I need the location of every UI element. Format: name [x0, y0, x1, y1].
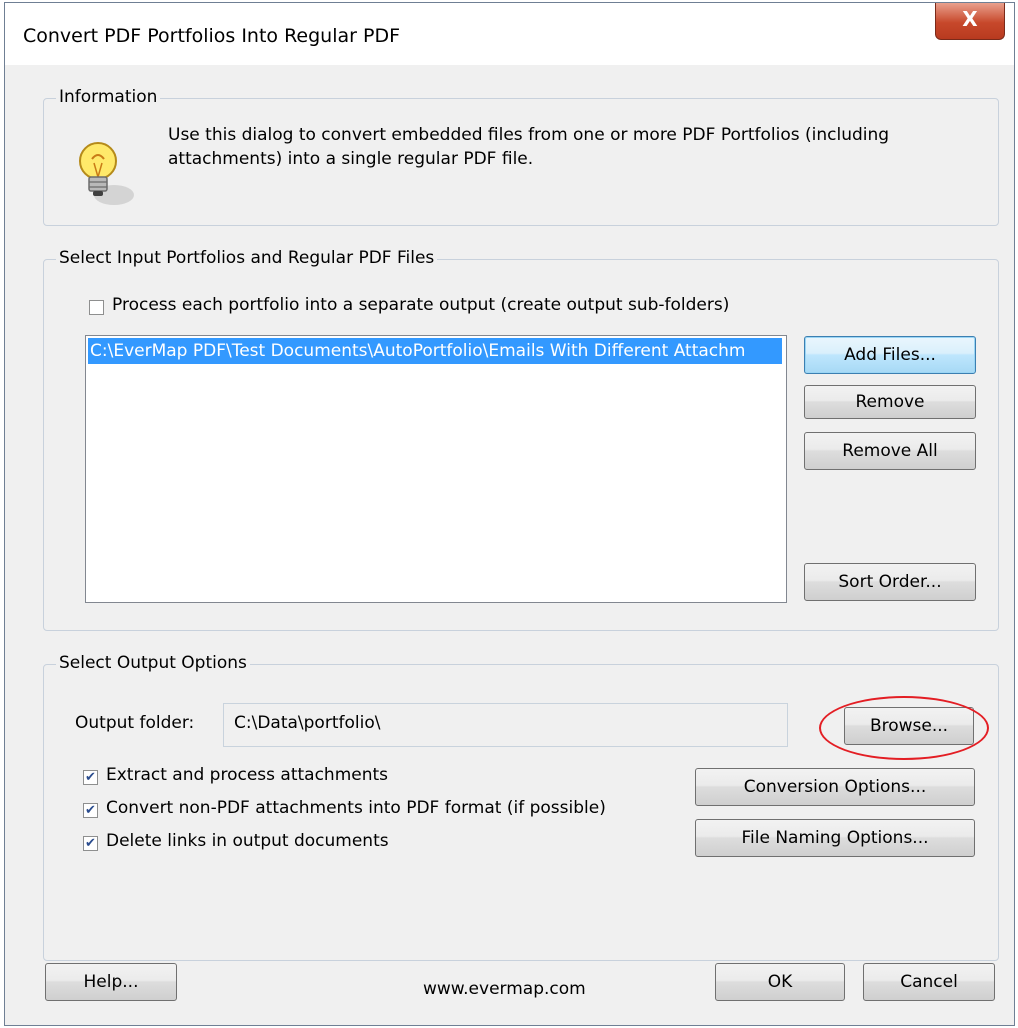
- delete-links-label[interactable]: Delete links in output documents: [106, 831, 389, 851]
- information-group: Information Use this dialog to convert e…: [43, 87, 999, 226]
- input-group-label: Select Input Portfolios and Regular PDF …: [56, 248, 438, 268]
- input-files-list[interactable]: C:\EverMap PDF\Test Documents\AutoPortfo…: [85, 335, 787, 603]
- close-icon: X: [962, 7, 978, 31]
- output-group-label: Select Output Options: [56, 653, 250, 673]
- dialog-window: Convert PDF Portfolios Into Regular PDF …: [4, 2, 1015, 1026]
- lightbulb-icon: [79, 142, 134, 205]
- conversion-options-button[interactable]: Conversion Options...: [695, 768, 975, 806]
- dialog-content: Information Use this dialog to convert e…: [5, 65, 1014, 1025]
- delete-links-checkbox[interactable]: ✔: [83, 836, 98, 851]
- output-folder-label: Output folder:: [75, 713, 195, 733]
- remove-button[interactable]: Remove: [804, 385, 976, 419]
- output-folder-field[interactable]: C:\Data\portfolio\: [223, 703, 788, 747]
- information-text-line2: attachments) into a single regular PDF f…: [168, 149, 534, 169]
- information-group-label: Information: [56, 87, 161, 107]
- extract-attachments-label[interactable]: Extract and process attachments: [106, 765, 388, 785]
- separate-output-label[interactable]: Process each portfolio into a separate o…: [112, 295, 729, 315]
- add-files-button[interactable]: Add Files...: [804, 336, 976, 374]
- list-item[interactable]: C:\EverMap PDF\Test Documents\AutoPortfo…: [88, 338, 782, 364]
- title-bar[interactable]: Convert PDF Portfolios Into Regular PDF …: [5, 3, 1014, 65]
- help-button[interactable]: Help...: [45, 963, 177, 1001]
- convert-non-pdf-checkbox[interactable]: ✔: [83, 803, 98, 818]
- information-text-line1: Use this dialog to convert embedded file…: [168, 125, 890, 145]
- website-link[interactable]: www.evermap.com: [423, 979, 586, 999]
- separate-output-checkbox[interactable]: [89, 300, 104, 315]
- browse-button[interactable]: Browse...: [844, 707, 974, 745]
- sort-order-button[interactable]: Sort Order...: [804, 563, 976, 601]
- remove-all-button[interactable]: Remove All: [804, 432, 976, 470]
- extract-attachments-checkbox[interactable]: ✔: [83, 770, 98, 785]
- output-folder-value: C:\Data\portfolio\: [234, 713, 381, 733]
- close-button[interactable]: X: [935, 3, 1005, 40]
- cancel-button[interactable]: Cancel: [863, 963, 995, 1001]
- convert-non-pdf-label[interactable]: Convert non-PDF attachments into PDF for…: [106, 798, 606, 818]
- file-naming-options-button[interactable]: File Naming Options...: [695, 819, 975, 857]
- window-title: Convert PDF Portfolios Into Regular PDF: [23, 25, 401, 47]
- ok-button[interactable]: OK: [715, 963, 845, 1001]
